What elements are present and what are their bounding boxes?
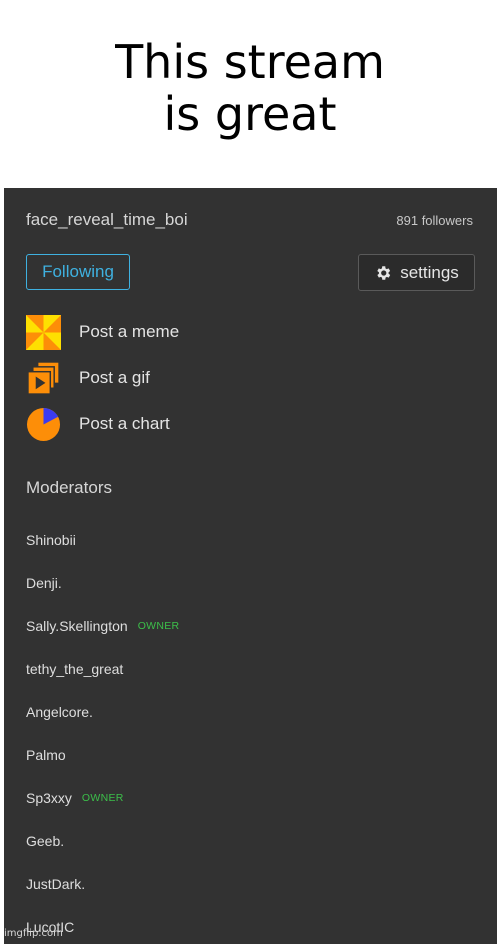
moderator-name[interactable]: Sp3xxy	[26, 790, 72, 806]
moderator-name[interactable]: Denji.	[26, 575, 62, 591]
moderator-name[interactable]: Geeb.	[26, 833, 64, 849]
owner-badge: OWNER	[137, 619, 180, 632]
post-chart-label: Post a chart	[79, 414, 170, 433]
moderator-item[interactable]: Denji.	[26, 561, 179, 604]
moderator-item[interactable]: Shinobii	[26, 518, 179, 561]
settings-label: settings	[400, 262, 459, 282]
settings-button[interactable]: settings	[358, 254, 475, 291]
caption-line-1: This stream	[115, 35, 385, 89]
stream-name[interactable]: face_reveal_time_boi	[26, 210, 188, 230]
moderators-heading: Moderators	[26, 478, 112, 497]
caption-line-2: is great	[163, 87, 337, 141]
following-button[interactable]: Following	[26, 254, 130, 290]
chart-icon	[26, 407, 61, 441]
meme-caption: This stream is great	[0, 36, 500, 140]
watermark: imgflip.com	[4, 928, 63, 939]
moderator-name[interactable]: Sally.Skellington	[26, 618, 128, 634]
gear-icon	[377, 265, 391, 280]
post-chart-action[interactable]: Post a chart	[26, 406, 170, 442]
post-meme-action[interactable]: Post a meme	[26, 314, 179, 350]
moderator-name[interactable]: tethy_the_great	[26, 661, 123, 677]
meme-icon	[26, 314, 61, 350]
moderator-name[interactable]: Palmo	[26, 747, 66, 763]
moderator-item[interactable]: Geeb.	[26, 819, 179, 862]
moderator-name[interactable]: JustDark.	[26, 876, 85, 892]
moderator-item[interactable]: Sally.Skellington OWNER	[26, 604, 179, 647]
stream-panel: face_reveal_time_boi 891 followers Follo…	[4, 188, 497, 944]
post-gif-label: Post a gif	[79, 368, 150, 387]
moderator-item[interactable]: Palmo	[26, 733, 179, 776]
post-gif-action[interactable]: Post a gif	[26, 360, 150, 396]
moderator-name[interactable]: Angelcore.	[26, 704, 93, 720]
moderator-item[interactable]: tethy_the_great	[26, 647, 179, 690]
moderator-item[interactable]: Sp3xxy OWNER	[26, 776, 179, 819]
follower-count: 891 followers	[396, 213, 473, 228]
moderator-item[interactable]: Angelcore.	[26, 690, 179, 733]
moderator-item[interactable]: JustDark.	[26, 862, 179, 905]
owner-badge: OWNER	[81, 791, 124, 804]
moderator-name[interactable]: Shinobii	[26, 532, 76, 548]
post-meme-label: Post a meme	[79, 322, 180, 341]
gif-icon	[27, 360, 60, 395]
moderator-list: Shinobii Denji. Sally.Skellington OWNER …	[26, 518, 179, 944]
